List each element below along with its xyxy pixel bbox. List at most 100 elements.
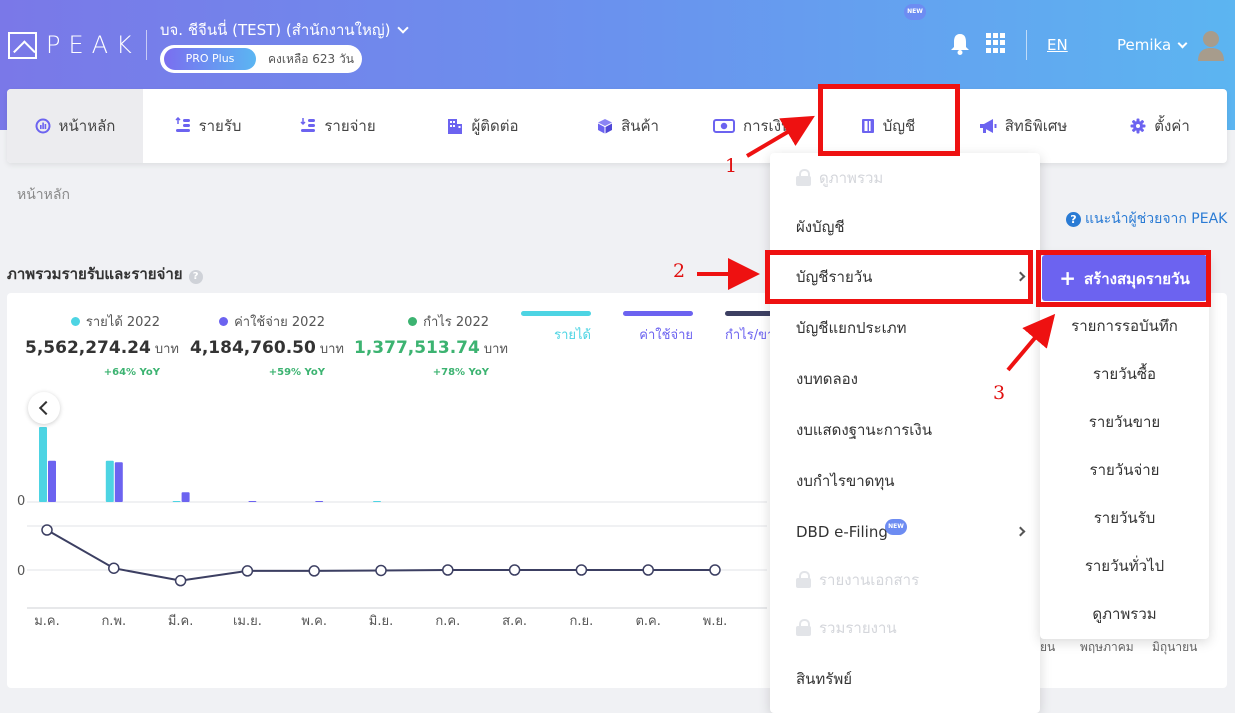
nav-contacts[interactable]: ผู้ติดต่อ — [403, 89, 563, 163]
apps-grid-icon[interactable] — [986, 33, 1006, 53]
y-tick-label: 0 — [17, 564, 25, 579]
line-point — [308, 565, 320, 577]
gear-icon — [1130, 118, 1146, 134]
submenu-sales-journal[interactable]: รายวันขาย — [1040, 398, 1209, 446]
menu-item-overview: ดูภาพรวม — [770, 153, 1040, 204]
bar — [105, 460, 114, 502]
x-tick-label: ก.พ. — [101, 614, 126, 629]
submenu-general-journal[interactable]: รายวันทั่วไป — [1040, 542, 1209, 590]
header-divider — [146, 30, 147, 60]
bar — [315, 501, 324, 502]
submenu-payment-journal[interactable]: รายวันจ่าย — [1040, 446, 1209, 494]
nav-privileges[interactable]: สิทธิพิเศษ — [953, 89, 1093, 163]
submenu-pending[interactable]: รายการรอบันทึก — [1040, 302, 1209, 350]
x-tick-label: พ.ย. — [703, 614, 727, 629]
bg-month-label: มิถุนายน — [1152, 640, 1198, 654]
avatar[interactable] — [1197, 29, 1225, 61]
x-tick-label: ม.ค. — [34, 614, 60, 629]
help-circle-icon: ? — [1066, 212, 1081, 227]
lock-icon — [796, 571, 811, 588]
header-divider — [1026, 30, 1027, 60]
line-point — [241, 565, 254, 577]
chevron-down-icon — [1177, 38, 1188, 49]
help-circle-icon[interactable]: ? — [188, 270, 203, 284]
y-tick-label: 0 — [17, 494, 25, 509]
annotation-number: 2 — [673, 260, 686, 282]
plan-pill[interactable]: PRO Plus คงเหลือ 623 วัน — [160, 45, 362, 73]
submenu-receipt-journal[interactable]: รายวันรับ — [1040, 494, 1209, 542]
line-point — [442, 564, 454, 576]
bell-icon[interactable] — [950, 33, 970, 55]
highlight-box-create — [1036, 250, 1211, 307]
nav-settings[interactable]: ตั้งค่า — [1093, 89, 1227, 163]
nav-products[interactable]: สินค้า — [563, 89, 693, 163]
annotation-number: 3 — [993, 382, 1006, 404]
line-point — [575, 564, 588, 576]
line-point — [41, 524, 53, 536]
line-point — [375, 564, 387, 577]
x-tick-label: ก.ย. — [570, 614, 594, 629]
menu-item-dbd-efiling[interactable]: DBD e-Filing NEW — [770, 507, 1040, 558]
chevron-right-icon — [1015, 526, 1026, 537]
plan-badge: PRO Plus — [164, 48, 256, 70]
new-badge: NEW — [904, 4, 926, 20]
bg-month-label: ยน — [1040, 640, 1056, 654]
help-link[interactable]: ? แนะนำผู้ช่วยจาก PEAK — [1066, 208, 1227, 230]
x-tick-label: มี.ค. — [168, 613, 194, 629]
x-tick-label: พ.ค. — [301, 614, 327, 629]
menu-item-assets[interactable]: สินทรัพย์ — [770, 654, 1040, 705]
main-nav: หน้าหลัก รายรับ รายจ่าย ผู้ติดต่อ สินค้า… — [7, 4, 1227, 163]
chevron-down-icon — [396, 22, 409, 34]
coins-down-icon — [300, 118, 316, 132]
megaphone-icon — [979, 119, 997, 133]
breadcrumb[interactable]: หน้าหลัก — [17, 184, 70, 206]
menu-item-income-statement[interactable]: งบกำไรขาดทุน — [770, 456, 1040, 507]
submenu-purchase-journal[interactable]: รายวันซื้อ — [1040, 350, 1209, 398]
menu-item-document-report: รายงานเอกสาร — [770, 555, 1040, 606]
user-menu[interactable]: Pemika — [1117, 36, 1188, 54]
x-tick-label: มิ.ย. — [369, 614, 393, 629]
menu-item-combined-report: รวมรายงาน — [770, 603, 1040, 654]
new-badge: NEW — [885, 519, 907, 535]
nav-finance[interactable]: การเงิน — [693, 89, 793, 163]
highlight-box-journal — [765, 250, 1033, 304]
bar — [172, 501, 181, 502]
bar — [48, 460, 56, 502]
line-point — [709, 564, 721, 576]
lock-icon — [796, 169, 811, 186]
section-title: ภาพรวมรายรับและรายจ่าย? — [7, 262, 203, 286]
chart-prev-button[interactable] — [28, 392, 60, 424]
bg-month-label: พฤษภาคม — [1080, 640, 1134, 654]
submenu-overview[interactable]: ดูภาพรวม — [1040, 590, 1209, 638]
bar — [181, 492, 190, 502]
language-switch[interactable]: EN — [1047, 36, 1068, 54]
menu-item-general-ledger[interactable]: บัญชีแยกประเภท — [770, 303, 1040, 354]
nav-dashboard[interactable]: หน้าหลัก — [7, 89, 143, 163]
company-selector[interactable]: บจ. ชีจีนนี่ (TEST) (สำนักงานใหญ่) — [160, 18, 409, 42]
menu-item-chart-of-accounts[interactable]: ผังบัญชี — [770, 202, 1040, 253]
line-point — [642, 564, 654, 576]
bar — [373, 501, 381, 502]
bar — [248, 501, 257, 502]
plan-remaining-days: คงเหลือ 623 วัน — [268, 52, 354, 66]
annotation-number: 1 — [725, 155, 738, 177]
box-icon — [598, 119, 613, 134]
lock-icon — [796, 619, 811, 636]
menu-item-balance-sheet[interactable]: งบแสดงฐานะการเงิน — [770, 405, 1040, 456]
building-icon — [448, 119, 463, 134]
line-point — [508, 564, 521, 576]
money-icon — [713, 119, 735, 133]
dashboard-icon — [35, 118, 51, 134]
x-tick-label: ต.ค. — [635, 614, 660, 629]
bar — [39, 427, 47, 502]
x-tick-label: ก.ค. — [435, 614, 460, 629]
logo-mark-icon — [8, 32, 37, 59]
accounting-dropdown: ดูภาพรวม ผังบัญชี บัญชีรายวัน บัญชีแยกปร… — [770, 153, 1040, 713]
bar — [114, 462, 123, 502]
nav-expense[interactable]: รายจ่าย — [273, 89, 403, 163]
x-tick-label: ส.ค. — [502, 614, 527, 629]
coins-up-icon — [175, 117, 190, 132]
nav-income[interactable]: รายรับ — [143, 89, 273, 163]
peak-logo[interactable]: PEAK — [8, 31, 132, 60]
x-tick-label: เม.ย. — [233, 614, 262, 629]
